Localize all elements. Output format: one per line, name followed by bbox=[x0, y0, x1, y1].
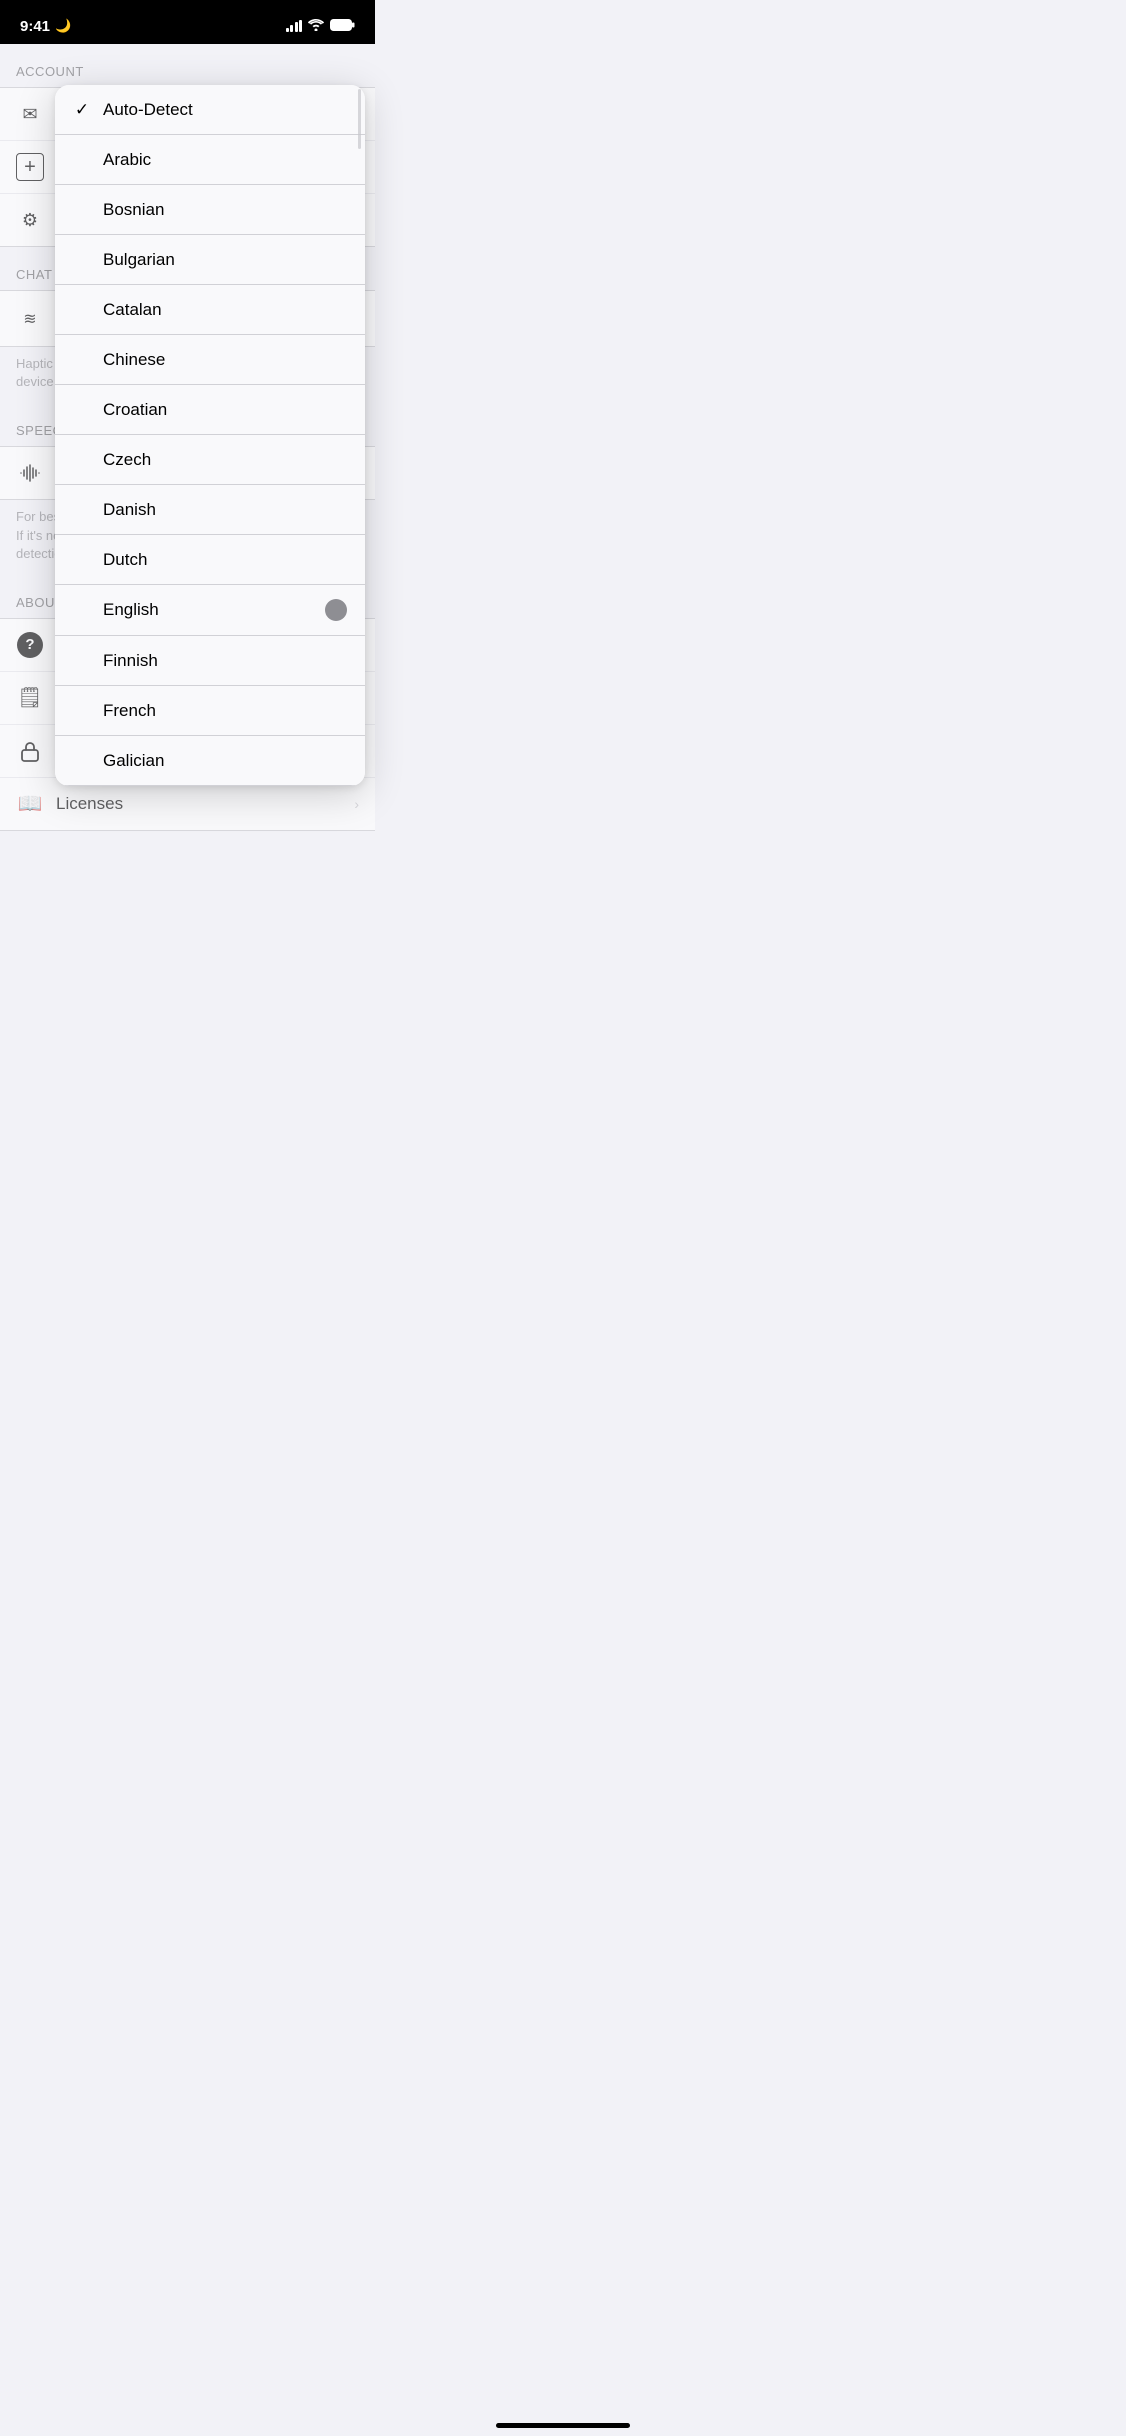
language-label: Dutch bbox=[103, 550, 347, 570]
battery-icon bbox=[330, 19, 355, 34]
home-indicator bbox=[496, 2423, 630, 2428]
email-icon: ✉ bbox=[16, 100, 44, 128]
current-selection-indicator bbox=[325, 599, 347, 621]
language-option-french[interactable]: French bbox=[55, 686, 365, 736]
language-label: Czech bbox=[103, 450, 347, 470]
subscribe-icon: + bbox=[16, 153, 44, 181]
haptic-icon: ≋ bbox=[16, 305, 44, 333]
terms-icon: 🗒 bbox=[16, 684, 44, 712]
licenses-icon: 📖 bbox=[16, 790, 44, 818]
status-bar: 9:41 🌙 bbox=[0, 0, 375, 44]
language-option-auto-detect[interactable]: ✓ Auto-Detect bbox=[55, 85, 365, 135]
language-label: Auto-Detect bbox=[103, 100, 347, 120]
language-option-english[interactable]: English bbox=[55, 585, 365, 636]
signal-icon bbox=[286, 20, 303, 32]
language-label: English bbox=[103, 600, 325, 620]
language-option-bulgarian[interactable]: Bulgarian bbox=[55, 235, 365, 285]
licenses-label: Licenses bbox=[56, 794, 338, 814]
moon-icon: 🌙 bbox=[55, 18, 71, 34]
language-label: Bulgarian bbox=[103, 250, 347, 270]
status-icons bbox=[286, 19, 356, 34]
language-option-finnish[interactable]: Finnish bbox=[55, 636, 365, 686]
language-option-catalan[interactable]: Catalan bbox=[55, 285, 365, 335]
language-label: Bosnian bbox=[103, 200, 347, 220]
language-label: Croatian bbox=[103, 400, 347, 420]
language-option-arabic[interactable]: Arabic bbox=[55, 135, 365, 185]
language-label: Galician bbox=[103, 751, 347, 771]
lock-icon bbox=[16, 737, 44, 765]
waveform-icon bbox=[16, 459, 44, 487]
language-dropdown[interactable]: ✓ Auto-Detect Arabic Bosnian Bulgarian C… bbox=[55, 85, 365, 786]
language-option-dutch[interactable]: Dutch bbox=[55, 535, 365, 585]
language-label: French bbox=[103, 701, 347, 721]
help-icon: ? bbox=[16, 631, 44, 659]
language-label: Chinese bbox=[103, 350, 347, 370]
language-label: Danish bbox=[103, 500, 347, 520]
language-option-danish[interactable]: Danish bbox=[55, 485, 365, 535]
wifi-icon bbox=[308, 19, 324, 34]
checkmark-icon: ✓ bbox=[73, 100, 91, 120]
language-option-chinese[interactable]: Chinese bbox=[55, 335, 365, 385]
time-label: 9:41 bbox=[20, 18, 50, 35]
language-option-galician[interactable]: Galician bbox=[55, 736, 365, 786]
language-label: Arabic bbox=[103, 150, 347, 170]
licenses-chevron-icon: › bbox=[354, 796, 359, 812]
account-section-header: ACCOUNT bbox=[0, 44, 375, 87]
language-label: Catalan bbox=[103, 300, 347, 320]
language-option-czech[interactable]: Czech bbox=[55, 435, 365, 485]
gear-icon: ⚙ bbox=[16, 206, 44, 234]
language-label: Finnish bbox=[103, 651, 347, 671]
status-time: 9:41 🌙 bbox=[20, 18, 71, 35]
language-option-croatian[interactable]: Croatian bbox=[55, 385, 365, 435]
scroll-indicator bbox=[358, 85, 362, 786]
language-option-bosnian[interactable]: Bosnian bbox=[55, 185, 365, 235]
